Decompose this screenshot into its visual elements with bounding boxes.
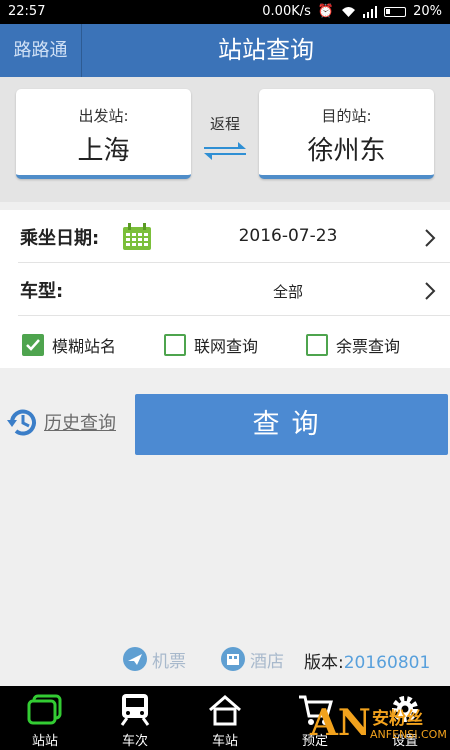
checkbox-unchecked[interactable] bbox=[306, 334, 328, 356]
home-station-icon bbox=[209, 695, 241, 726]
options-row: 模糊站名 联网查询 余票查询 bbox=[0, 316, 450, 368]
swap-arrows-icon bbox=[204, 142, 246, 160]
station-panel: 出发站: 上海 返程 目的站: 徐州东 bbox=[0, 77, 450, 202]
version-value: 20160801 bbox=[343, 653, 431, 673]
destination-value: 徐州东 bbox=[307, 136, 386, 166]
status-bar: 22:57 0.00K/s ⏰ 20% bbox=[0, 0, 450, 24]
departure-value: 上海 bbox=[77, 136, 130, 166]
watermark-site: ANFENSI.COM bbox=[370, 728, 447, 741]
airplane-icon bbox=[123, 647, 147, 671]
calendar-icon[interactable] bbox=[122, 223, 152, 251]
page-title: 站站查询 bbox=[218, 36, 314, 64]
status-time: 22:57 bbox=[8, 4, 46, 19]
nav-label: 站站 bbox=[31, 734, 58, 749]
train-type-row[interactable]: 车型: 全部 bbox=[18, 263, 450, 316]
version-info: 版本:20160801 bbox=[304, 648, 430, 673]
hotel-icon bbox=[221, 647, 245, 671]
signal-icon bbox=[363, 5, 378, 18]
watermark-name: 安粉丝 bbox=[372, 709, 423, 729]
history-clock-icon bbox=[7, 409, 36, 436]
date-label: 乘坐日期: bbox=[20, 228, 100, 249]
chevron-right-icon bbox=[425, 282, 436, 300]
flight-link[interactable]: 机票 bbox=[122, 646, 186, 672]
checkbox-unchecked[interactable] bbox=[164, 334, 186, 356]
query-form: 乘坐日期: 2016-07-23 车型: 全部 模糊站名 联网查询 余票查询 bbox=[0, 210, 450, 368]
battery-icon bbox=[384, 6, 407, 17]
departure-station-card[interactable]: 出发站: 上海 bbox=[16, 89, 191, 179]
departure-label: 出发站: bbox=[78, 107, 129, 125]
checkbox-checked[interactable] bbox=[22, 334, 44, 356]
nav-station-to-station[interactable]: 站站 bbox=[0, 686, 90, 750]
round-trip-label: 返程 bbox=[209, 115, 240, 133]
online-query-checkbox[interactable]: 联网查询 bbox=[164, 333, 258, 357]
watermark-logo: AN 安粉丝 ANFENSI.COM bbox=[310, 700, 450, 750]
query-button[interactable]: 查询 bbox=[135, 394, 448, 455]
chevron-right-icon bbox=[425, 229, 436, 247]
version-label: 版本: bbox=[304, 653, 344, 673]
remaining-tickets-label: 余票查询 bbox=[336, 337, 401, 356]
fuzzy-station-label: 模糊站名 bbox=[52, 337, 117, 356]
date-row[interactable]: 乘坐日期: 2016-07-23 bbox=[18, 210, 450, 263]
footer-links: 机票 酒店 版本:20160801 bbox=[0, 646, 450, 673]
train-type-label: 车型: bbox=[20, 281, 64, 302]
destination-station-card[interactable]: 目的站: 徐州东 bbox=[259, 89, 434, 179]
station-to-station-icon bbox=[27, 694, 62, 725]
network-speed: 0.00K/s bbox=[262, 4, 311, 19]
nav-train-number[interactable]: 车次 bbox=[90, 686, 180, 750]
train-type-value: 全部 bbox=[272, 283, 303, 301]
app-header: 路路通 站站查询 bbox=[0, 24, 450, 77]
wifi-icon bbox=[342, 6, 356, 17]
status-right: 0.00K/s ⏰ 20% bbox=[262, 4, 442, 19]
hotel-label: 酒店 bbox=[250, 651, 284, 672]
fuzzy-station-checkbox[interactable]: 模糊站名 bbox=[22, 333, 116, 357]
watermark-an: AN bbox=[310, 702, 371, 744]
battery-level: 20% bbox=[413, 4, 442, 19]
train-icon bbox=[120, 694, 150, 726]
online-query-label: 联网查询 bbox=[194, 337, 259, 356]
flight-label: 机票 bbox=[152, 651, 186, 672]
history-link[interactable]: 历史查询 bbox=[6, 405, 116, 439]
nav-label: 车站 bbox=[211, 734, 238, 749]
alarm-icon: ⏰ bbox=[317, 4, 335, 19]
remaining-tickets-checkbox[interactable]: 余票查询 bbox=[306, 333, 400, 357]
history-label: 历史查询 bbox=[44, 413, 116, 434]
date-value: 2016-07-23 bbox=[238, 226, 338, 246]
swap-stations-button[interactable]: 返程 bbox=[196, 113, 254, 166]
checkmark-icon bbox=[26, 339, 40, 351]
destination-label: 目的站: bbox=[321, 107, 372, 125]
nav-label: 车次 bbox=[121, 734, 148, 749]
brand-button[interactable]: 路路通 bbox=[0, 24, 82, 77]
hotel-link[interactable]: 酒店 bbox=[220, 646, 284, 672]
nav-station[interactable]: 车站 bbox=[180, 686, 270, 750]
